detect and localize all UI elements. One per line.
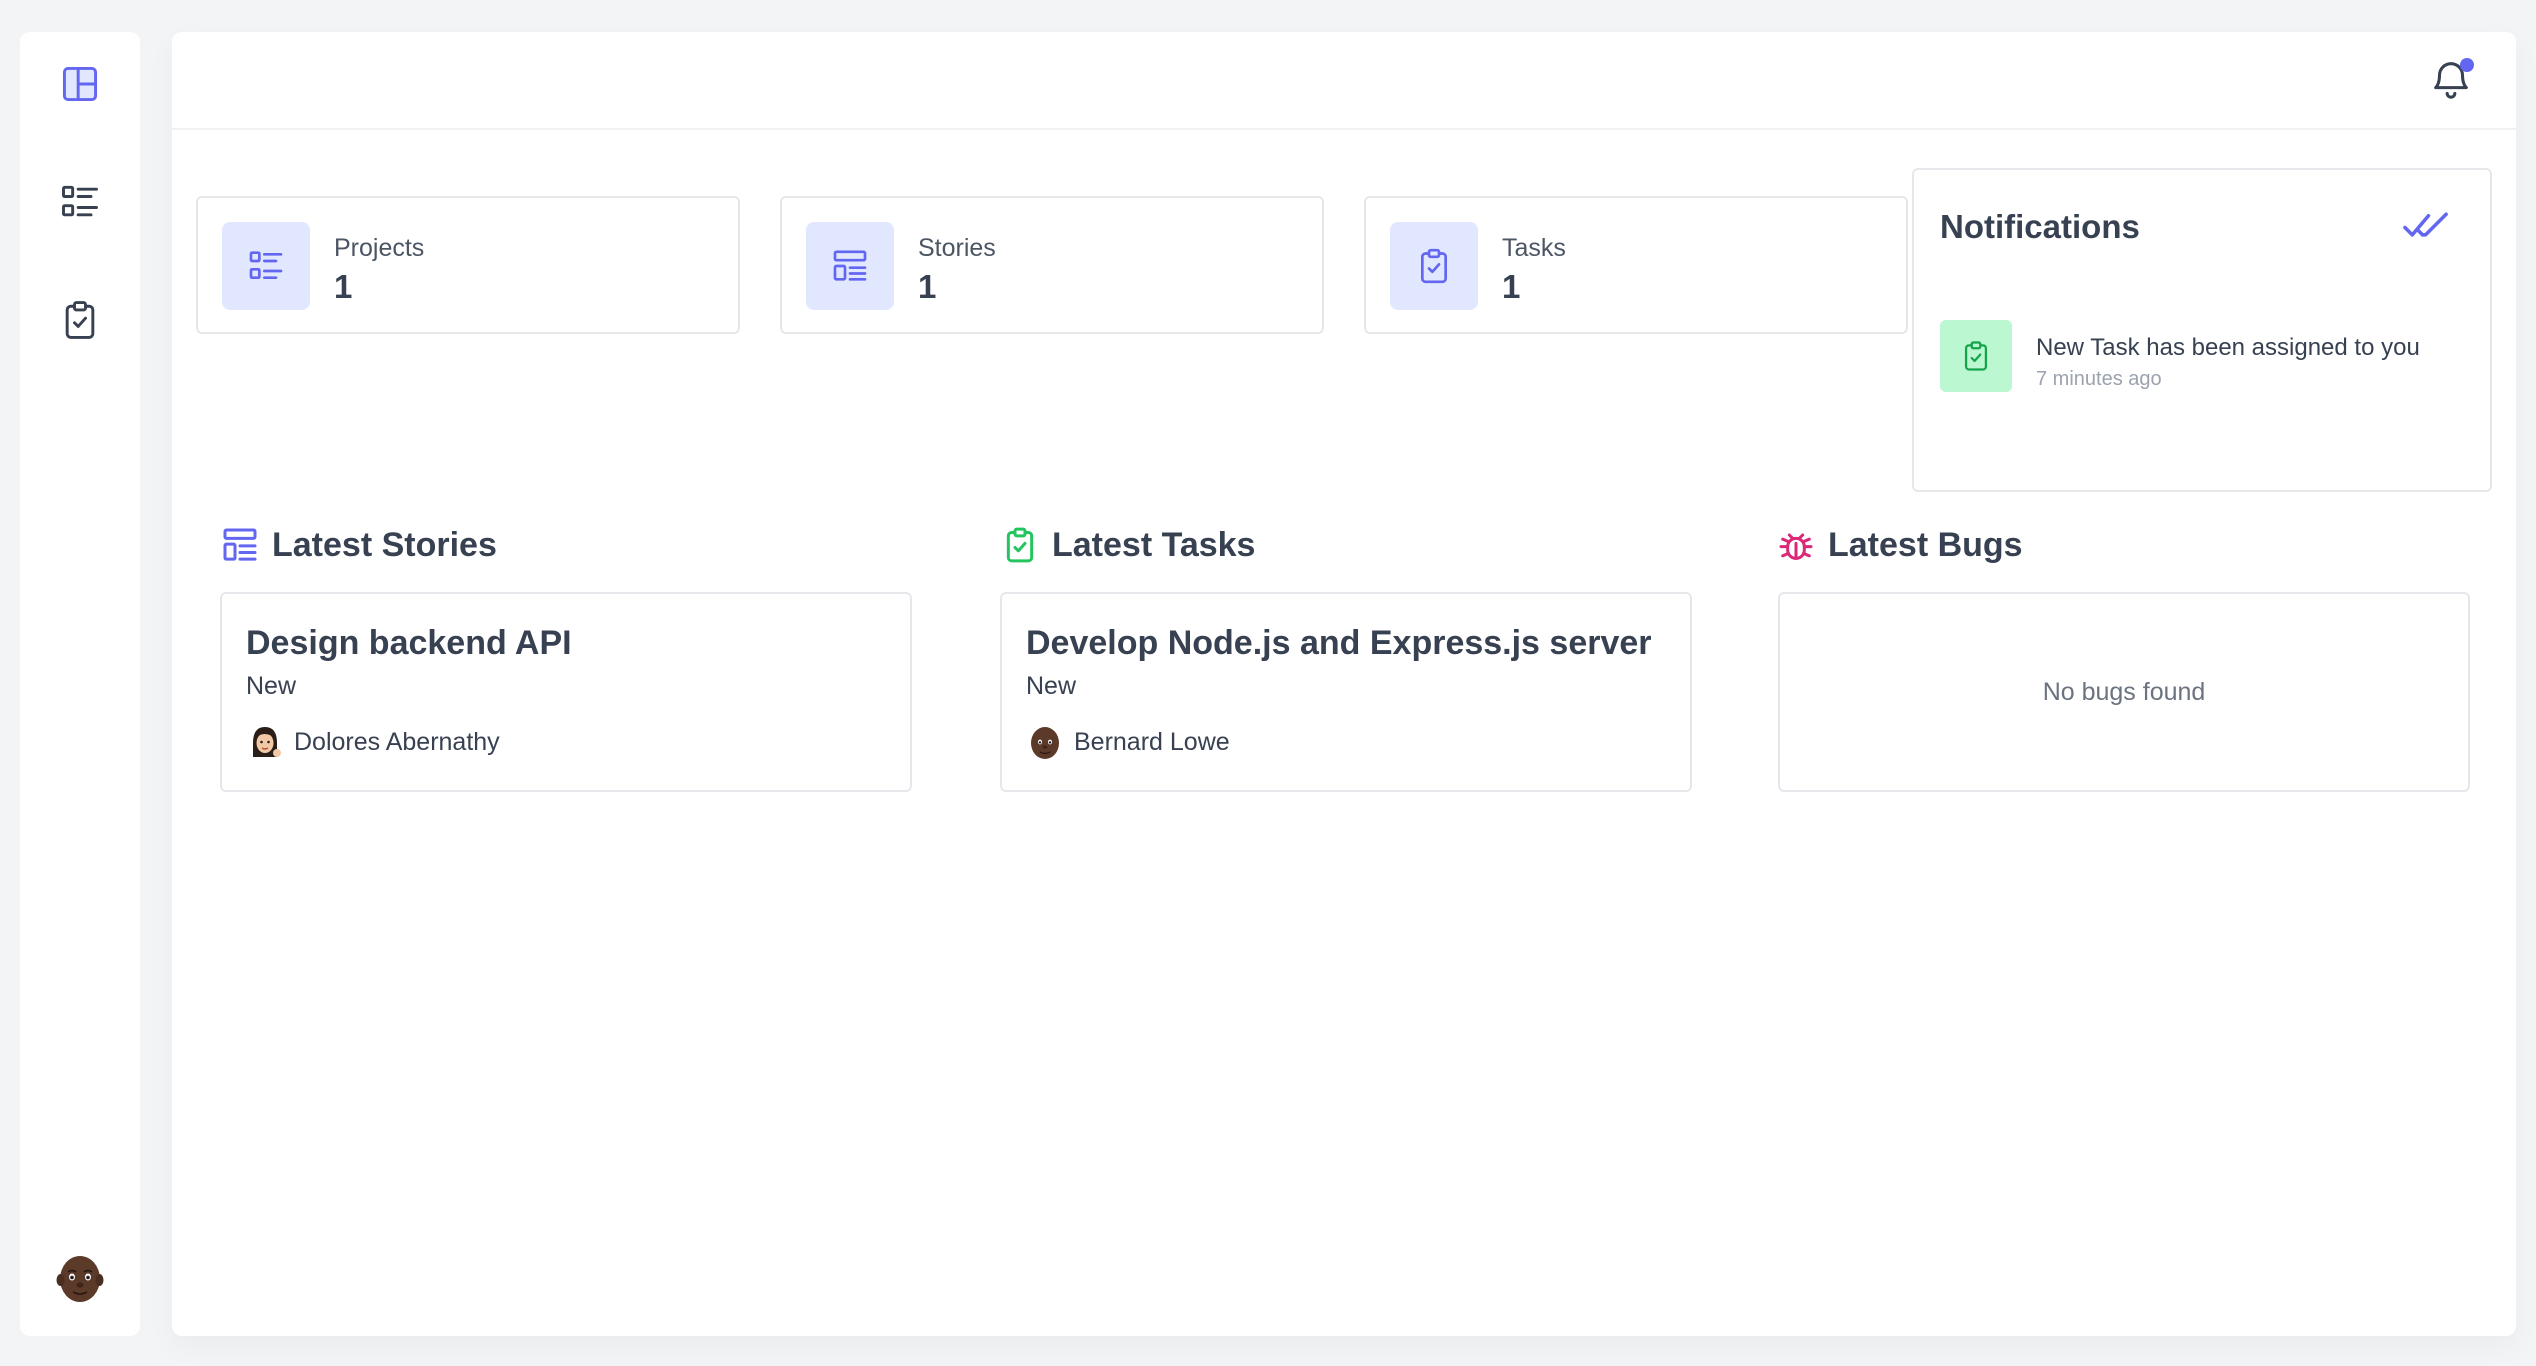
stat-icon-box xyxy=(806,222,894,310)
sidebar-item-tasks[interactable] xyxy=(48,288,112,352)
sidebar-item-projects[interactable] xyxy=(48,170,112,234)
layout-list-icon xyxy=(833,250,867,281)
stat-value: 1 xyxy=(1502,268,1521,305)
notification-item[interactable]: New Task has been assigned to you 7 minu… xyxy=(1940,320,2470,394)
list-icon xyxy=(249,251,283,279)
task-assignee: Bernard Lowe xyxy=(1026,722,1230,762)
section-title: Latest Stories xyxy=(272,525,497,564)
stat-label: Projects xyxy=(334,234,425,262)
task-card[interactable]: Develop Node.js and Express.js server Ne… xyxy=(1000,592,1692,792)
avatar-icon xyxy=(56,1256,104,1302)
story-card[interactable]: Design backend API New Dolores Abernathy xyxy=(220,592,912,792)
stat-card-stories[interactable]: Stories 1 xyxy=(780,196,1324,334)
bugs-card: No bugs found xyxy=(1778,592,2470,792)
unread-indicator xyxy=(2460,58,2474,72)
top-bar xyxy=(172,32,2516,130)
task-status: New xyxy=(1026,672,1077,700)
latest-stories-header: Latest Stories xyxy=(220,522,497,568)
notifications-panel: Notifications New Task has been assigned… xyxy=(1912,168,2492,492)
clipboard-check-icon xyxy=(1964,341,1988,371)
sidebar-item-dashboard[interactable] xyxy=(48,52,112,116)
section-title: Latest Tasks xyxy=(1052,525,1256,564)
assignee-name: Dolores Abernathy xyxy=(294,727,500,756)
bug-icon xyxy=(1779,533,1813,560)
stat-value: 1 xyxy=(334,268,353,305)
latest-tasks-header: Latest Tasks xyxy=(1000,522,1255,568)
latest-bugs-header: Latest Bugs xyxy=(1776,522,2023,568)
layout-list-icon xyxy=(223,528,257,561)
assignee-name: Bernard Lowe xyxy=(1074,727,1230,756)
avatar-icon xyxy=(253,727,281,757)
layout-dashboard-icon xyxy=(62,66,98,102)
notification-icon-box xyxy=(1940,320,2012,392)
story-title: Design backend API xyxy=(246,624,572,662)
stat-label: Tasks xyxy=(1502,234,1566,262)
notification-text: New Task has been assigned to you xyxy=(2036,334,2420,361)
notification-button[interactable] xyxy=(2426,54,2476,104)
clipboard-check-icon xyxy=(1006,527,1034,563)
user-avatar[interactable] xyxy=(54,1252,106,1304)
clipboard-check-icon xyxy=(65,301,95,339)
stat-card-projects[interactable]: Projects 1 xyxy=(196,196,740,334)
task-title: Develop Node.js and Express.js server xyxy=(1026,624,1652,662)
stat-value: 1 xyxy=(918,268,937,305)
double-check-icon[interactable] xyxy=(2402,208,2452,244)
avatar-icon xyxy=(1031,727,1059,759)
notification-time: 7 minutes ago xyxy=(2036,368,2162,390)
clipboard-check-icon xyxy=(1421,248,1447,284)
story-assignee: Dolores Abernathy xyxy=(246,722,500,762)
empty-state-text: No bugs found xyxy=(2042,677,2206,706)
stat-label: Stories xyxy=(918,234,996,262)
stat-card-tasks[interactable]: Tasks 1 xyxy=(1364,196,1908,334)
story-status: New xyxy=(246,672,297,700)
stat-icon-box xyxy=(222,222,310,310)
notifications-title: Notifications xyxy=(1940,208,2140,245)
sidebar xyxy=(20,32,140,1336)
stat-icon-box xyxy=(1390,222,1478,310)
list-icon xyxy=(62,185,98,217)
main-panel: Projects 1 Stories 1 Tasks 1 Notificatio… xyxy=(172,32,2516,1336)
section-title: Latest Bugs xyxy=(1828,525,2023,564)
